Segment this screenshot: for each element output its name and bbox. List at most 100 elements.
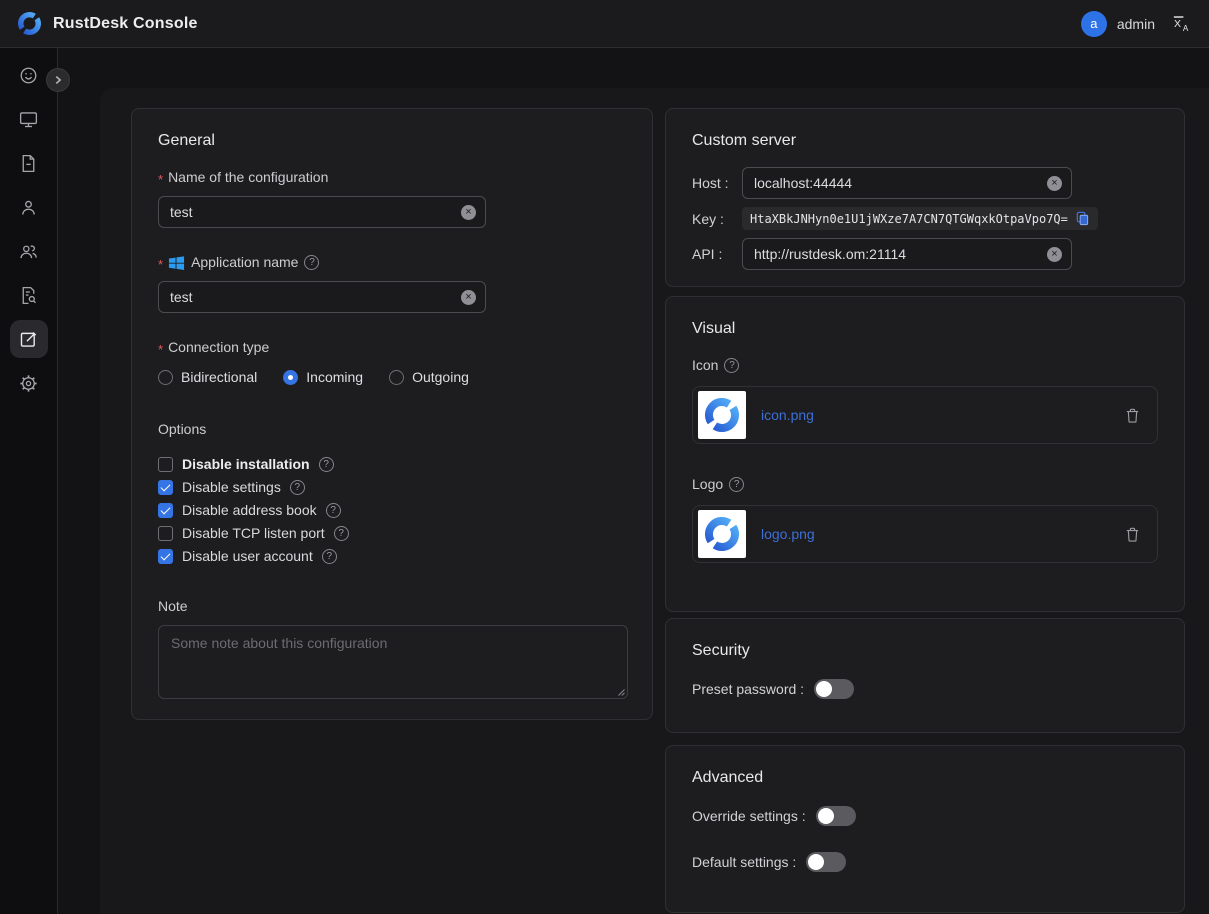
help-icon[interactable]: ?: [326, 503, 341, 518]
help-icon[interactable]: ?: [724, 358, 739, 373]
logo-upload-row: logo.png: [692, 505, 1158, 563]
icon-thumbnail: [698, 391, 746, 439]
note-textarea[interactable]: [159, 626, 627, 698]
key-row: Key : HtaXBkJNHyn0e1U1jWXze7A7CN7QTGWqxk…: [692, 207, 1158, 230]
radio-circle[interactable]: [158, 370, 173, 385]
rustdesk-logo-icon: [702, 514, 742, 554]
avatar-letter: a: [1090, 16, 1097, 31]
clear-icon[interactable]: ×: [461, 290, 476, 305]
key-label: Key :: [692, 211, 742, 227]
api-input[interactable]: [754, 246, 1041, 262]
help-icon[interactable]: ?: [322, 549, 337, 564]
user-avatar[interactable]: a: [1081, 11, 1107, 37]
host-row: Host : ×: [692, 167, 1158, 199]
user-group-icon: [18, 241, 39, 262]
custom-server-title: Custom server: [692, 129, 1158, 153]
content-background: General * Name of the configuration × *: [58, 48, 1209, 914]
option-disable-address-book: Disable address book ?: [158, 502, 626, 518]
required-marker: *: [158, 171, 163, 188]
logo-thumbnail: [698, 510, 746, 558]
security-card: Security Preset password :: [665, 618, 1185, 733]
required-marker: *: [158, 341, 163, 358]
help-icon[interactable]: ?: [319, 457, 334, 472]
sidebar-item-settings[interactable]: [10, 364, 48, 402]
host-input[interactable]: [754, 175, 1041, 191]
preset-password-label: Preset password :: [692, 681, 804, 697]
radio-circle[interactable]: [389, 370, 404, 385]
help-icon[interactable]: ?: [334, 526, 349, 541]
help-icon[interactable]: ?: [290, 480, 305, 495]
key-code: HtaXBkJNHyn0e1U1jWXze7A7CN7QTGWqxkOtpaVp…: [742, 207, 1098, 230]
radio-bidirectional[interactable]: Bidirectional: [158, 369, 257, 385]
visual-card: Visual Icon ? icon.png: [665, 296, 1185, 612]
preset-password-row: Preset password :: [692, 679, 1158, 699]
sidebar-item-audits[interactable]: [10, 144, 48, 182]
sidebar-item-home[interactable]: [10, 56, 48, 94]
help-icon[interactable]: ?: [304, 255, 319, 270]
help-icon[interactable]: ?: [729, 477, 744, 492]
options-list: Disable installation ? Disable settings …: [158, 456, 626, 564]
sidebar-expand-button[interactable]: [46, 68, 70, 92]
smiley-icon: [18, 65, 39, 86]
sidebar-item-devices[interactable]: [10, 100, 48, 138]
disable-user-account-checkbox[interactable]: [158, 549, 173, 564]
clear-icon[interactable]: ×: [1047, 176, 1062, 191]
monitor-icon: [18, 109, 39, 130]
windows-icon: [168, 254, 185, 271]
option-disable-installation: Disable installation ?: [158, 456, 626, 472]
clear-icon[interactable]: ×: [461, 205, 476, 220]
header: RustDesk Console a admin X A: [0, 0, 1209, 48]
key-value: HtaXBkJNHyn0e1U1jWXze7A7CN7QTGWqxkOtpaVp…: [750, 212, 1068, 226]
config-name-label: * Name of the configuration: [158, 169, 626, 186]
preset-password-toggle[interactable]: [814, 679, 854, 699]
host-field: ×: [742, 167, 1072, 199]
default-settings-row: Default settings :: [692, 852, 1158, 872]
application-name-input[interactable]: [170, 289, 455, 305]
main-panel: General * Name of the configuration × *: [100, 88, 1209, 914]
svg-text:A: A: [1182, 24, 1188, 33]
disable-address-book-checkbox[interactable]: [158, 503, 173, 518]
trash-icon[interactable]: [1124, 526, 1141, 543]
disable-tcp-listen-port-checkbox[interactable]: [158, 526, 173, 541]
icon-file-link[interactable]: icon.png: [761, 407, 814, 423]
note-field: [158, 625, 628, 699]
override-settings-toggle[interactable]: [816, 806, 856, 826]
advanced-card: Advanced Override settings : Default set…: [665, 745, 1185, 913]
sidebar-item-groups[interactable]: [10, 232, 48, 270]
visual-title: Visual: [692, 317, 1158, 341]
note-label: Note: [158, 598, 626, 615]
disable-settings-checkbox[interactable]: [158, 480, 173, 495]
copy-icon[interactable]: [1075, 211, 1090, 226]
resize-handle[interactable]: [615, 686, 625, 696]
advanced-title: Advanced: [692, 766, 1158, 790]
chevron-right-icon: [52, 74, 64, 86]
clear-icon[interactable]: ×: [1047, 247, 1062, 262]
sidebar-item-custom-client-logs[interactable]: [10, 276, 48, 314]
application-name-label: * Application name ?: [158, 254, 626, 271]
radio-outgoing[interactable]: Outgoing: [389, 369, 469, 385]
logo-file-link[interactable]: logo.png: [761, 526, 815, 542]
host-label: Host :: [692, 175, 742, 191]
rustdesk-logo-icon: [16, 10, 43, 37]
trash-icon[interactable]: [1124, 407, 1141, 424]
disable-installation-checkbox[interactable]: [158, 457, 173, 472]
document-icon: [18, 153, 39, 174]
default-settings-toggle[interactable]: [806, 852, 846, 872]
language-translate-icon[interactable]: X A: [1169, 12, 1193, 36]
user-name[interactable]: admin: [1117, 16, 1155, 32]
options-label: Options: [158, 421, 626, 438]
config-name-input[interactable]: [170, 204, 455, 220]
radio-circle[interactable]: [283, 370, 298, 385]
sidebar-item-users[interactable]: [10, 188, 48, 226]
gear-icon: [18, 373, 39, 394]
application-name-field: ×: [158, 281, 486, 313]
sidebar-item-custom-clients[interactable]: [10, 320, 48, 358]
option-disable-user-account: Disable user account ?: [158, 548, 626, 564]
override-settings-row: Override settings :: [692, 806, 1158, 826]
connection-type-group: Bidirectional Incoming Outgoing: [158, 369, 626, 385]
api-field: ×: [742, 238, 1072, 270]
rustdesk-logo-icon: [702, 395, 742, 435]
custom-server-card: Custom server Host : × Key : HtaXBkJNHy: [665, 108, 1185, 287]
radio-incoming[interactable]: Incoming: [283, 369, 363, 385]
icon-upload-label: Icon ?: [692, 357, 1158, 374]
